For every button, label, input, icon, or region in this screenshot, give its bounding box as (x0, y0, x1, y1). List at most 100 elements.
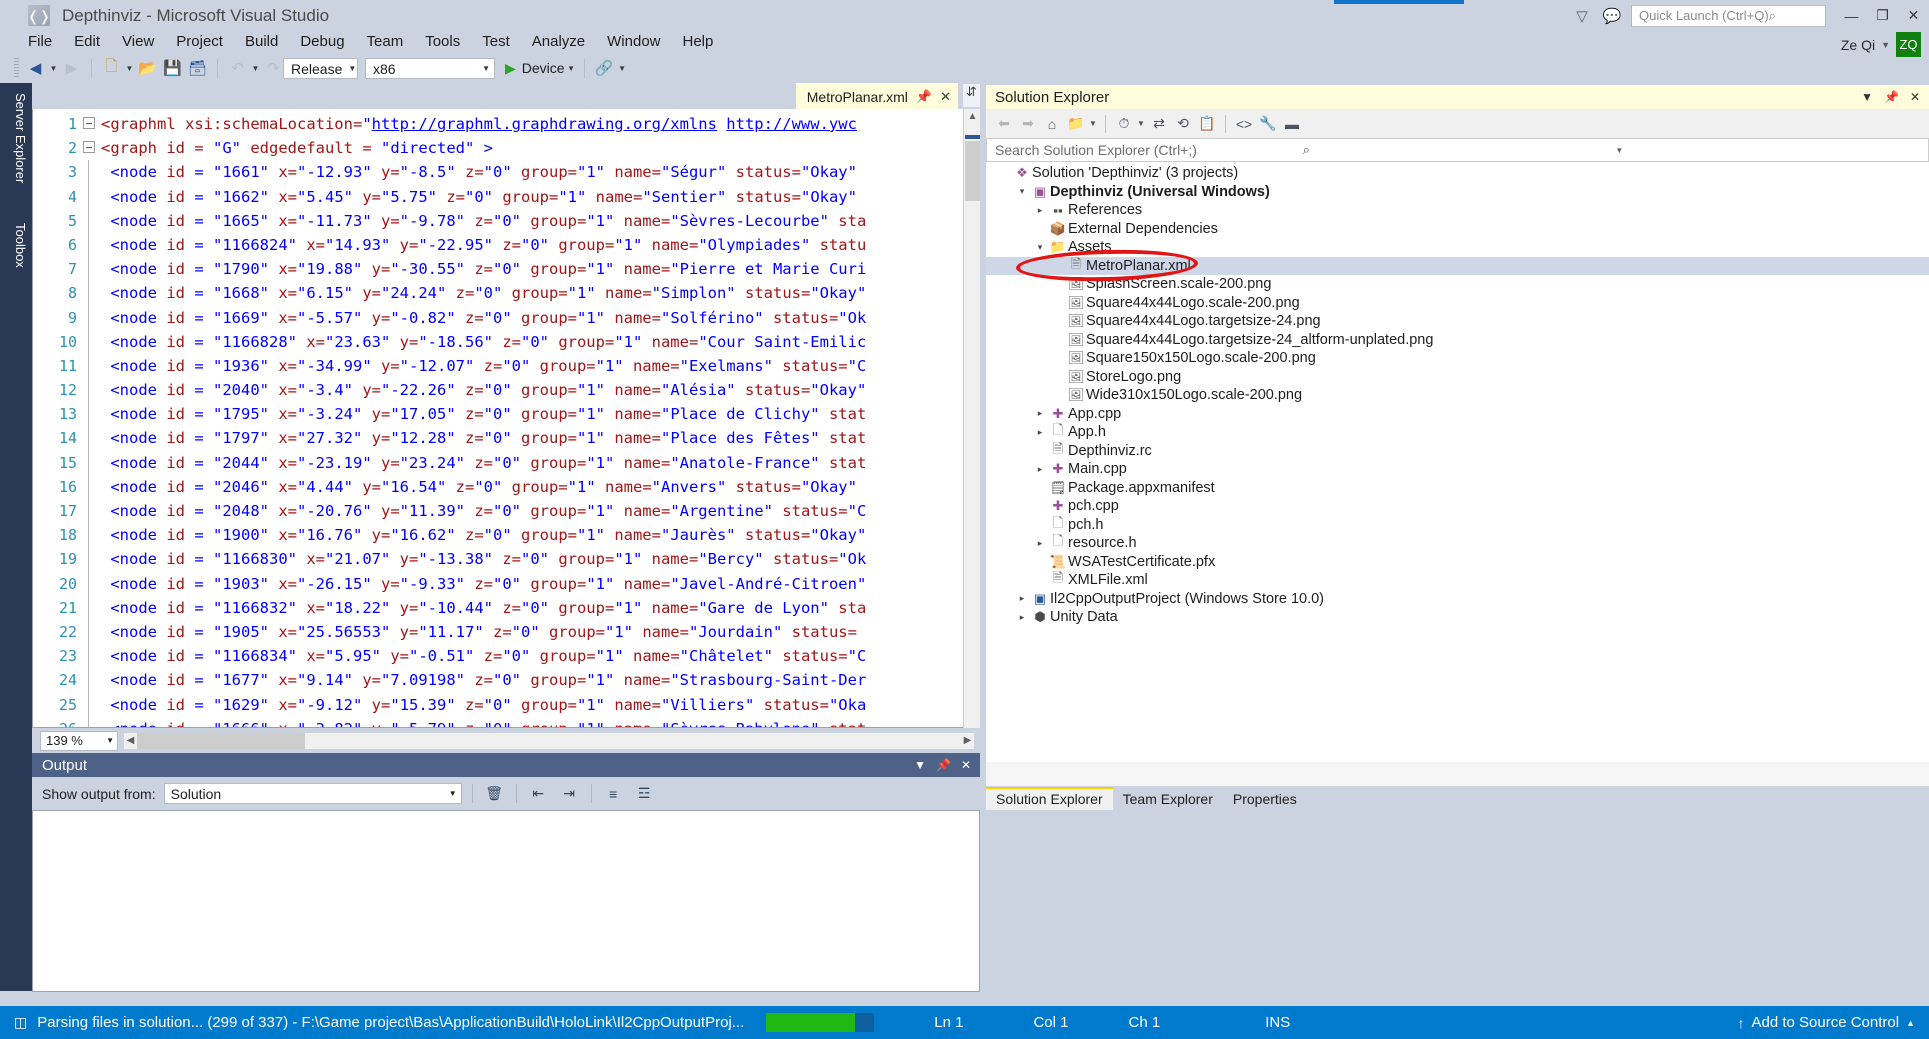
pin-icon[interactable]: 📌 (936, 758, 951, 772)
new-folder-icon[interactable]: 📁 (1065, 112, 1087, 136)
back-arrow-icon[interactable]: ⬅ (993, 112, 1015, 136)
menu-item-analyze[interactable]: Analyze (521, 31, 596, 52)
tree-item[interactable]: ▣Depthinviz (Universal Windows) (986, 183, 1929, 202)
chevron-down-icon[interactable] (1032, 242, 1048, 253)
tree-item[interactable]: ✚App.cpp (986, 405, 1929, 424)
menu-item-build[interactable]: Build (234, 31, 289, 52)
toggle-word-wrap-icon[interactable]: ≡ (602, 783, 625, 805)
clear-output-icon[interactable]: 🗑 (483, 783, 506, 805)
code-text-area[interactable]: 1 <graphml xsi:schemaLocation="http://gra… (32, 109, 980, 728)
show-all-files-icon[interactable]: <> (1233, 112, 1255, 136)
chevron-down-icon[interactable]: ▼ (1137, 119, 1146, 128)
fold-region[interactable] (79, 136, 101, 160)
scroll-left-icon[interactable]: ◀ (124, 735, 137, 746)
forward-arrow-icon[interactable]: ▶ (60, 56, 83, 80)
code-line[interactable]: 24 <node id = "1677" x="9.14" y="7.09198… (33, 668, 979, 693)
preview-selected-items-icon[interactable]: ▬ (1281, 112, 1303, 136)
menu-item-tools[interactable]: Tools (414, 31, 471, 52)
tree-item[interactable]: 🗎 XMLFile.xml (986, 570, 1929, 590)
output-text-area[interactable] (32, 810, 980, 992)
tab-team-explorer[interactable]: Team Explorer (1113, 789, 1223, 810)
code-line[interactable]: 17 <node id = "2048" x="-20.76" y="11.39… (33, 499, 979, 524)
code-line[interactable]: 23 <node id = "1166834" x="5.95" y="-0.5… (33, 644, 979, 669)
toolbar-grip[interactable] (14, 58, 19, 78)
editor-vertical-scrollbar[interactable]: ▲ (963, 109, 980, 728)
menu-item-help[interactable]: Help (672, 31, 725, 52)
tree-item[interactable]: 📦 External Dependencies (986, 220, 1929, 239)
menu-item-test[interactable]: Test (471, 31, 521, 52)
properties-wrench-icon[interactable]: 🔧 (1257, 112, 1279, 136)
zoom-level-combobox[interactable]: 139 % ▼ (40, 730, 118, 751)
save-all-icon[interactable]: 🗃 (186, 56, 209, 80)
open-folder-icon[interactable]: 📂 (136, 56, 159, 80)
chevron-down-icon[interactable]: ▼ (914, 758, 926, 772)
code-line[interactable]: 8 <node id = "1668" x="6.15" y="24.24" z… (33, 281, 979, 306)
tree-item[interactable]: 🖼 Square44x44Logo.scale-200.png (986, 294, 1929, 313)
code-line[interactable]: 16 <node id = "2046" x="4.44" y="16.54" … (33, 474, 979, 499)
back-arrow-icon[interactable]: ◀ (24, 56, 47, 80)
chevron-right-icon[interactable] (1014, 612, 1030, 623)
code-line[interactable]: 2 <graph id = "G" edgedefault = "directed… (33, 136, 979, 160)
solution-tree[interactable]: ❖Solution 'Depthinviz' (3 projects)▣Dept… (986, 162, 1929, 762)
source-control-area[interactable]: ↑ Add to Source Control ▲ (1737, 1014, 1929, 1031)
tree-item[interactable]: 📁Assets (986, 238, 1929, 257)
chevron-down-icon[interactable] (1014, 186, 1030, 197)
chevron-right-icon[interactable] (1032, 427, 1048, 438)
tree-item[interactable]: 🖼 Square44x44Logo.targetsize-24_altform-u… (986, 331, 1929, 350)
tree-item[interactable]: 🗒 Package.appxmanifest (986, 479, 1929, 498)
code-line[interactable]: 18 <node id = "1900" x="16.76" y="16.62"… (33, 523, 979, 548)
code-line[interactable]: 6 <node id = "1166824" x="14.93" y="-22.… (33, 232, 979, 258)
collapse-all-icon[interactable]: 📋 (1196, 112, 1218, 136)
redo-icon[interactable]: ↷ (262, 56, 285, 80)
attach-icon[interactable]: 🔗 (593, 56, 616, 80)
code-line[interactable]: 5 <node id = "1665" x="-11.73" y="-9.78"… (33, 208, 979, 233)
menu-item-window[interactable]: Window (596, 31, 671, 52)
scroll-right-icon[interactable]: ▶ (961, 735, 974, 746)
go-to-next-icon[interactable]: ⇥ (558, 783, 581, 805)
collapse-icon[interactable] (83, 117, 95, 129)
funnel-icon[interactable]: ▽ (1567, 3, 1597, 29)
editor-horizontal-scrollbar[interactable]: ◀ ▶ (124, 732, 974, 749)
chevron-right-icon[interactable] (1032, 464, 1048, 475)
tree-item[interactable]: 🗋resource.h (986, 533, 1929, 553)
chevron-right-icon[interactable] (1032, 538, 1048, 549)
search-input[interactable]: Search Solution Explorer (Ctrl+;) ⌕ ▼ (986, 138, 1929, 162)
code-token[interactable]: http://graphml.graphdrawing.org/xmlns (372, 115, 717, 133)
code-line[interactable]: 4 <node id = "1662" x="5.45" y="5.75" z=… (33, 184, 979, 209)
tree-item[interactable]: ✚Main.cpp (986, 460, 1929, 479)
code-line[interactable]: 11 <node id = "1936" x="-34.99" y="-12.0… (33, 353, 979, 379)
output-source-combobox[interactable]: Solution ▼ (163, 783, 462, 804)
save-icon[interactable]: 💾 (161, 56, 184, 80)
pin-icon[interactable]: 📌 (916, 89, 932, 105)
tree-item[interactable]: 🖼 Square44x44Logo.targetsize-24.png (986, 312, 1929, 331)
tree-item[interactable]: 🖼 SplashScreen.scale-200.png (986, 275, 1929, 294)
code-line[interactable]: 21 <node id = "1166832" x="18.22" y="-10… (33, 595, 979, 620)
menu-item-team[interactable]: Team (356, 31, 415, 52)
document-tab-metroplanar-xml[interactable]: MetroPlanar.xml 📌 ✕ (795, 83, 958, 109)
code-line[interactable]: 13 <node id = "1795" x="-3.24" y="17.05"… (33, 402, 979, 427)
configuration-combobox[interactable]: Release ▼ (283, 58, 358, 79)
quick-launch-input[interactable]: Quick Launch (Ctrl+Q) ⌕ (1631, 4, 1826, 27)
tree-item[interactable]: 🖼 Wide310x150Logo.scale-200.png (986, 386, 1929, 405)
minimize-button[interactable]: — (1836, 2, 1867, 30)
tree-item[interactable]: 🖼 StoreLogo.png (986, 368, 1929, 387)
tree-item[interactable]: 🗎 Depthinviz.rc (986, 441, 1929, 461)
code-line[interactable]: 9 <node id = "1669" x="-5.57" y="-0.82" … (33, 305, 979, 330)
sidebar-item-toolbox[interactable]: Toolbox (4, 223, 28, 268)
new-item-icon[interactable]: 🗋 (100, 56, 123, 80)
tree-item[interactable]: ▣Il2CppOutputProject (Windows Store 10.0… (986, 590, 1929, 609)
pin-icon[interactable]: 📌 (1884, 90, 1899, 104)
attach-dropdown-icon[interactable]: ▼ (618, 64, 627, 73)
tree-item[interactable]: ⬢Unity Data (986, 608, 1929, 627)
tree-item[interactable]: ✚ pch.cpp (986, 497, 1929, 516)
chevron-right-icon[interactable] (1032, 205, 1048, 216)
run-target-label[interactable]: Device (522, 60, 565, 76)
tree-item[interactable]: 🗋 pch.h (986, 515, 1929, 535)
menu-item-edit[interactable]: Edit (63, 31, 111, 52)
chevron-down-icon[interactable]: ▼ (1615, 146, 1923, 155)
fold-region[interactable] (79, 112, 101, 136)
code-line[interactable]: 12 <node id = "2040" x="-3.4" y="-22.26"… (33, 378, 979, 403)
chevron-right-icon[interactable] (1032, 408, 1048, 419)
code-line[interactable]: 26 <node id = "1666" x="-3.82" y="-5.79"… (33, 716, 979, 727)
code-line[interactable]: 3 <node id = "1661" x="-12.93" y="-8.5" … (33, 160, 979, 185)
